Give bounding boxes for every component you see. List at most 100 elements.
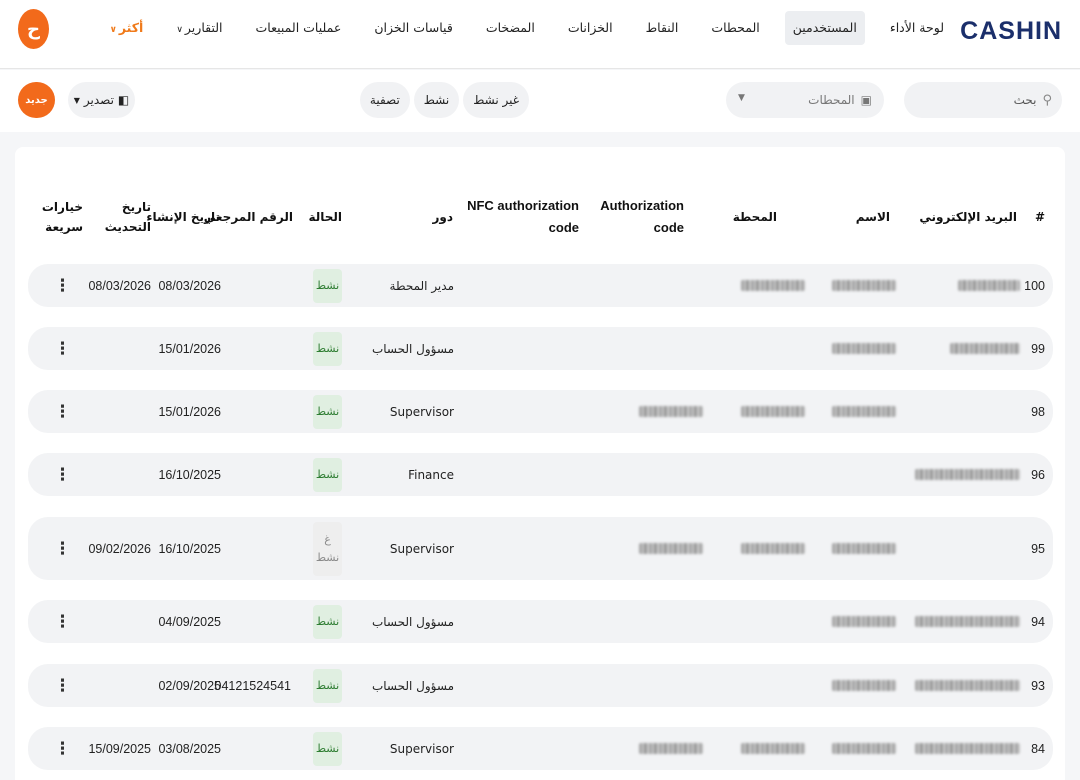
row-role: Finance [408,467,454,482]
row-created: 03/08/2025 [158,741,221,756]
redacted-auth-code [639,406,703,417]
table-row[interactable]: 84 Supervisor نشط 03/08/2025 15/09/2025 … [28,727,1053,770]
filter-inactive-button[interactable]: غير نشط [463,82,529,118]
nav-points[interactable]: النقاط [638,11,687,45]
redacted-name [832,616,896,627]
nav-sales-operations[interactable]: عمليات المبيعات [248,11,350,45]
row-actions: ⋮ [54,727,71,770]
redacted-name [832,743,896,754]
nav-tank-measurements[interactable]: قياسات الخزان [366,11,460,45]
new-user-button[interactable]: جديد [18,82,55,118]
row-status: نشط [313,327,342,370]
row-created: 16/10/2025 [158,467,221,482]
chevron-down-icon: ∨ [176,25,183,35]
table-row[interactable]: 95 Supervisor غ نشط 16/10/2025 09/02/202… [28,517,1053,580]
kebab-menu-icon[interactable]: ⋮ [54,676,71,696]
col-status: الحالة [308,209,342,224]
row-actions: ⋮ [54,600,71,643]
redacted-email [958,280,1020,291]
row-email [915,727,1020,770]
row-auth-code [639,517,703,580]
row-name [832,727,896,770]
row-updated: 09/02/2026 [88,541,151,556]
col-auth-code-line1: Authorization [600,197,684,213]
nav-reports-label: التقارير [184,20,223,35]
nav-tanks[interactable]: الخزانات [560,11,621,45]
row-station [741,727,805,770]
row-role: مسؤول الحساب [371,614,454,629]
row-station [741,517,805,580]
row-name [832,327,896,370]
row-status: نشط [313,664,342,707]
export-button[interactable]: ◧ تصدير ▼ [68,82,135,118]
col-station: المحطة [732,209,777,224]
table-row[interactable]: 100 مدير المحطة نشط 08/03/2026 08/03/202… [28,264,1053,307]
table-row[interactable]: 96 Finance نشط 16/10/2025 ⋮ [28,453,1053,496]
redacted-station [741,280,805,291]
col-auth-code-line2: code [653,220,684,235]
row-actions: ⋮ [54,517,71,580]
nav-users[interactable]: المستخدمين [784,11,865,45]
users-table-card: # البريد الإلكتروني الاسم المحطة Authori… [15,147,1065,780]
kebab-menu-icon[interactable]: ⋮ [54,465,71,485]
col-nfc-code: NFC authorization code [467,187,579,247]
station-select[interactable]: ▣ المحطات ▼ [726,82,884,118]
kebab-menu-icon[interactable]: ⋮ [54,612,71,632]
col-nfc-code-line1: NFC authorization [467,197,579,213]
redacted-email [915,469,1020,480]
row-role: Supervisor [389,541,454,556]
col-index: # [1034,209,1045,224]
kebab-menu-icon[interactable]: ⋮ [54,739,71,759]
status-line2: نشط [315,550,340,564]
top-navbar: CASHIN لوحة الأداء المستخدمين المحطات ال… [0,0,1080,69]
redacted-name [832,343,896,354]
table-row[interactable]: 93 مسؤول الحساب نشط 04121524541 02/09/20… [28,664,1053,707]
row-role: مسؤول الحساب [371,341,454,356]
nav-pumps[interactable]: المضخات [478,11,543,45]
row-auth-code [639,727,703,770]
status-badge: نشط [313,394,342,429]
col-updated: تاريخ التحديث [105,187,151,247]
nav-stations[interactable]: المحطات [703,11,767,45]
user-avatar[interactable]: ح [18,9,49,49]
nav-more[interactable]: أكثر∨ [102,11,152,45]
nav-reports[interactable]: التقارير∨ [168,11,230,45]
redacted-auth-code [639,743,703,754]
cashin-logo[interactable]: CASHIN [960,17,1062,46]
row-actions: ⋮ [54,264,71,307]
kebab-menu-icon[interactable]: ⋮ [54,402,71,422]
kebab-menu-icon[interactable]: ⋮ [54,276,71,296]
redacted-name [832,406,896,417]
status-badge: نشط [313,457,342,492]
col-created: تاريخ الإنشاء [146,209,220,224]
col-actions-line2: سريعة [45,220,83,234]
redacted-name [832,280,896,291]
row-index: 96 [1031,467,1045,482]
table-row[interactable]: 99 مسؤول الحساب نشط 15/01/2026 ⋮ [28,327,1053,370]
chevron-down-icon: ▼ [738,93,745,103]
kebab-menu-icon[interactable]: ⋮ [54,539,71,559]
row-created: 15/01/2026 [158,341,221,356]
search-input[interactable] [914,93,1037,107]
table-row[interactable]: 94 مسؤول الحساب نشط 04/09/2025 ⋮ [28,600,1053,643]
col-actions-line1: خيارات [41,199,83,214]
table-row[interactable]: 98 Supervisor نشط 15/01/2026 ⋮ [28,390,1053,433]
row-station [741,264,805,307]
search-icon: ⚲ [1042,92,1052,108]
kebab-menu-icon[interactable]: ⋮ [54,339,71,359]
export-label: تصدير [83,93,114,107]
filter-active-button[interactable]: نشط [413,82,460,118]
nav-dashboard[interactable]: لوحة الأداء [882,11,952,45]
row-name [832,517,896,580]
filter-button[interactable]: تصفية [359,82,410,118]
toolbar: ⚲ ▣ المحطات ▼ غير نشط نشط تصفية ◧ تصدير … [0,70,1080,132]
export-icon: ◧ [117,93,130,107]
row-index: 93 [1031,678,1045,693]
row-status: نشط [313,264,342,307]
row-role: Supervisor [389,404,454,419]
col-nfc-code-line2: code [548,220,579,235]
status-badge: نشط [313,731,342,766]
row-status: نشط [313,453,342,496]
row-email [915,600,1020,643]
chevron-down-icon: ∨ [109,25,117,35]
